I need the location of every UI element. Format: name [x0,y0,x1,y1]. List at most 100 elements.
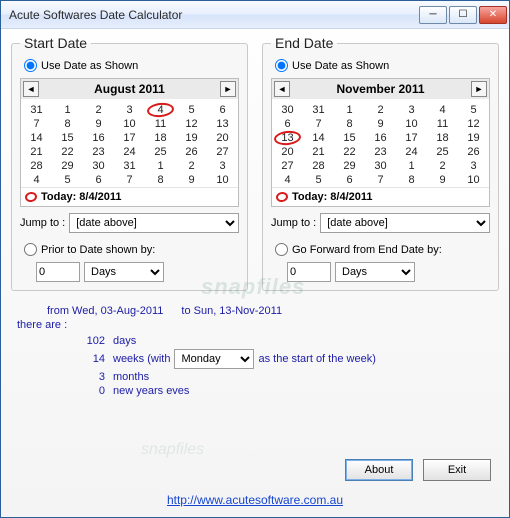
minimize-button[interactable]: ─ [419,6,447,24]
start-offset-input[interactable] [36,262,80,282]
end-offset-unit-select[interactable]: Days [335,262,415,282]
cal-day[interactable]: 29 [334,159,365,173]
cal-day[interactable]: 3 [207,159,238,173]
cal-day[interactable]: 5 [176,103,207,117]
cal-day[interactable]: 19 [176,131,207,145]
cal-day[interactable]: 1 [145,159,176,173]
cal-day[interactable]: 8 [145,173,176,187]
cal-day[interactable]: 16 [365,131,396,145]
cal-day[interactable]: 7 [114,173,145,187]
cal-day[interactable]: 10 [396,117,427,131]
cal-day[interactable]: 6 [334,173,365,187]
cal-day[interactable]: 7 [303,117,334,131]
end-offset-input[interactable] [287,262,331,282]
cal-day[interactable]: 25 [427,145,458,159]
cal-day[interactable]: 18 [145,131,176,145]
cal-day[interactable]: 13 [272,131,303,145]
end-cal-prev-button[interactable]: ◄ [274,81,290,97]
cal-day[interactable]: 8 [52,117,83,131]
cal-day[interactable]: 21 [303,145,334,159]
start-cal-next-button[interactable]: ► [220,81,236,97]
cal-day[interactable]: 18 [427,131,458,145]
cal-day[interactable]: 10 [207,173,238,187]
cal-day[interactable]: 14 [21,131,52,145]
exit-button[interactable]: Exit [423,459,491,481]
start-prior-radio[interactable] [24,243,37,256]
end-forward-radio[interactable] [275,243,288,256]
end-cal-grid[interactable]: 3031123456789101112131415161718192021222… [272,99,489,187]
cal-day[interactable]: 4 [272,173,303,187]
cal-day[interactable]: 28 [21,159,52,173]
cal-day[interactable]: 23 [365,145,396,159]
cal-day[interactable]: 5 [303,173,334,187]
cal-day[interactable]: 5 [52,173,83,187]
cal-day[interactable]: 3 [114,103,145,117]
cal-day[interactable]: 9 [365,117,396,131]
cal-day[interactable]: 24 [114,145,145,159]
cal-day[interactable]: 1 [396,159,427,173]
cal-day[interactable]: 27 [207,145,238,159]
start-today-row[interactable]: Today: 8/4/2011 [21,187,238,206]
cal-day[interactable]: 10 [114,117,145,131]
about-button[interactable]: About [345,459,413,481]
end-calendar[interactable]: ◄ November 2011 ► 3031123456789101112131… [271,78,490,207]
cal-day[interactable]: 3 [396,103,427,117]
cal-day[interactable]: 17 [114,131,145,145]
cal-day[interactable]: 13 [207,117,238,131]
cal-day[interactable]: 26 [458,145,489,159]
week-start-select[interactable]: Monday [174,349,254,369]
cal-day[interactable]: 6 [207,103,238,117]
cal-day[interactable]: 4 [145,103,176,117]
cal-day[interactable]: 30 [83,159,114,173]
cal-day[interactable]: 30 [365,159,396,173]
cal-day[interactable]: 26 [176,145,207,159]
maximize-button[interactable]: ☐ [449,6,477,24]
cal-day[interactable]: 11 [427,117,458,131]
cal-day[interactable]: 20 [207,131,238,145]
cal-day[interactable]: 24 [396,145,427,159]
cal-day[interactable]: 4 [21,173,52,187]
end-today-row[interactable]: Today: 8/4/2011 [272,187,489,206]
cal-day[interactable]: 16 [83,131,114,145]
cal-day[interactable]: 9 [83,117,114,131]
cal-day[interactable]: 19 [458,131,489,145]
cal-day[interactable]: 17 [396,131,427,145]
cal-day[interactable]: 2 [83,103,114,117]
cal-day[interactable]: 21 [21,145,52,159]
cal-day[interactable]: 2 [427,159,458,173]
close-button[interactable]: ✕ [479,6,507,24]
cal-day[interactable]: 5 [458,103,489,117]
start-cal-grid[interactable]: 3112345678910111213141516171819202122232… [21,99,238,187]
cal-day[interactable]: 4 [427,103,458,117]
cal-day[interactable]: 12 [458,117,489,131]
cal-day[interactable]: 12 [176,117,207,131]
cal-day[interactable]: 3 [458,159,489,173]
start-use-as-shown-radio[interactable] [24,59,37,72]
cal-day[interactable]: 6 [83,173,114,187]
cal-day[interactable]: 15 [52,131,83,145]
cal-day[interactable]: 31 [303,103,334,117]
cal-day[interactable]: 6 [272,117,303,131]
cal-day[interactable]: 11 [145,117,176,131]
cal-day[interactable]: 14 [303,131,334,145]
end-jump-select[interactable]: [date above] [320,213,490,233]
cal-day[interactable]: 30 [272,103,303,117]
start-calendar[interactable]: ◄ August 2011 ► 311234567891011121314151… [20,78,239,207]
cal-day[interactable]: 2 [365,103,396,117]
start-jump-select[interactable]: [date above] [69,213,239,233]
cal-day[interactable]: 31 [21,103,52,117]
cal-day[interactable]: 2 [176,159,207,173]
cal-day[interactable]: 23 [83,145,114,159]
cal-day[interactable]: 29 [52,159,83,173]
cal-day[interactable]: 1 [334,103,365,117]
cal-day[interactable]: 7 [21,117,52,131]
cal-day[interactable]: 8 [334,117,365,131]
end-cal-next-button[interactable]: ► [471,81,487,97]
cal-day[interactable]: 9 [427,173,458,187]
end-use-as-shown-radio[interactable] [275,59,288,72]
cal-day[interactable]: 15 [334,131,365,145]
cal-day[interactable]: 20 [272,145,303,159]
start-cal-prev-button[interactable]: ◄ [23,81,39,97]
cal-day[interactable]: 7 [365,173,396,187]
cal-day[interactable]: 28 [303,159,334,173]
